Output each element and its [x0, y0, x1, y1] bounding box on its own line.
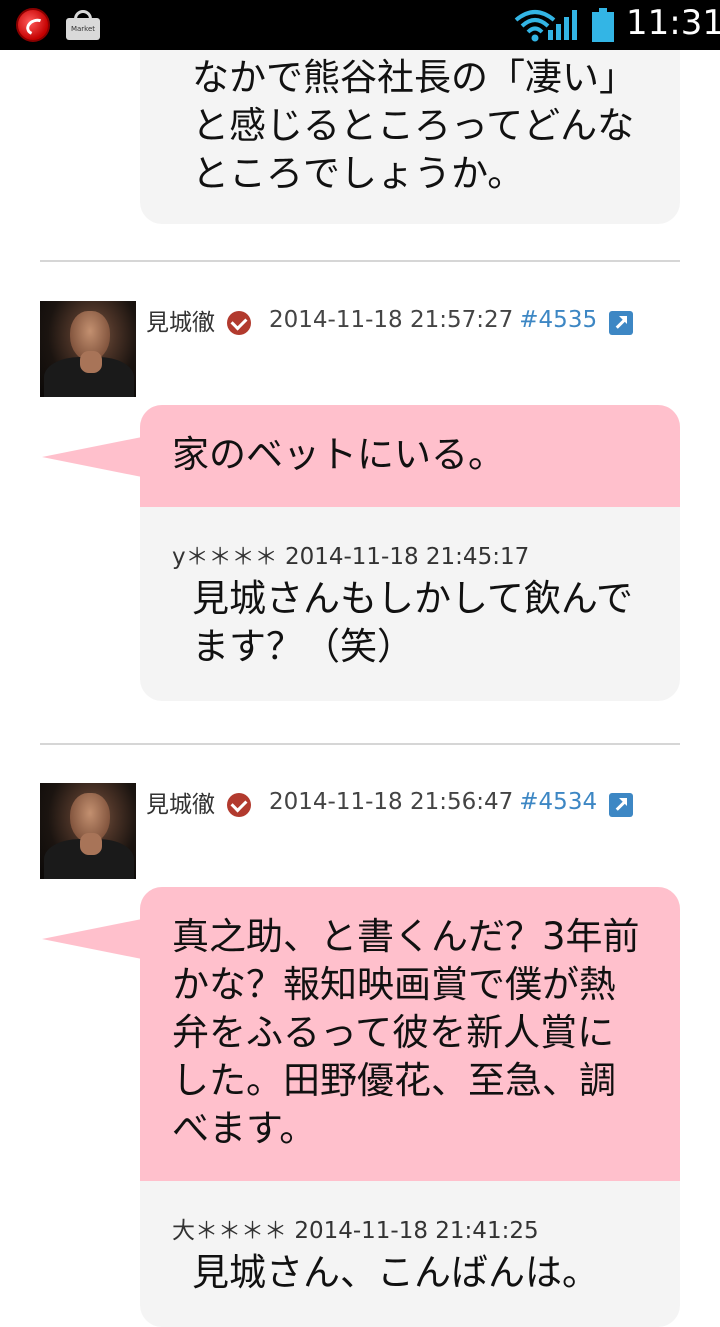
market-icon-label: Market [70, 25, 96, 33]
post-number-link[interactable]: #4534 [519, 789, 597, 815]
bubble-tail [42, 437, 142, 477]
external-link-icon[interactable] [609, 311, 634, 335]
post-timestamp: 2014-11-18 21:56:47 [269, 789, 514, 815]
post-timestamp: 2014-11-18 21:57:27 [269, 307, 514, 333]
divider [40, 743, 680, 745]
quote-bubble-partial: なかで熊谷社長の「凄い」と感じるところってどんなところでしょうか。 [140, 50, 680, 224]
quote-meta: y＊＊＊＊ 2014-11-18 21:45:17 [172, 537, 650, 571]
post-meta: 見城徹 2014-11-18 21:56:47 #4534 [146, 782, 634, 822]
verified-check-icon [227, 793, 251, 817]
reply-bubble: 家のベットにいる。 y＊＊＊＊ 2014-11-18 21:45:17 見城さん… [140, 405, 680, 701]
reply-text: 真之助、と書くんだ？3年前かな？報知映画賞で僕が熱弁をふるって彼を新人賞にした。… [140, 887, 680, 1181]
post-number-link[interactable]: #4535 [519, 307, 597, 333]
avatar[interactable] [40, 783, 136, 879]
market-icon[interactable]: Market [66, 10, 100, 40]
battery-icon [592, 8, 614, 42]
signal-icon [548, 10, 577, 40]
verified-check-icon [227, 311, 251, 335]
quote-text: 見城さんもしかして飲んでます？（笑） [192, 577, 634, 668]
reply-bubble: 真之助、と書くんだ？3年前かな？報知映画賞で僕が熱弁をふるって彼を新人賞にした。… [140, 887, 680, 1327]
quoted-message: y＊＊＊＊ 2014-11-18 21:45:17 見城さんもしかして飲んでます… [140, 507, 680, 701]
author-name[interactable]: 見城徹 [146, 303, 215, 337]
external-link-icon[interactable] [609, 793, 634, 817]
quote-author: y＊＊＊＊ [172, 544, 278, 570]
avatar[interactable] [40, 301, 136, 397]
quote-text: 見城さん、こんばんは。 [192, 1251, 599, 1294]
author-name[interactable]: 見城徹 [146, 785, 215, 819]
quote-text: なかで熊谷社長の「凄い」と感じるところってどんなところでしょうか。 [192, 56, 636, 195]
quote-meta: 大＊＊＊＊ 2014-11-18 21:41:25 [172, 1211, 650, 1245]
quote-author: 大＊＊＊＊ [172, 1218, 287, 1244]
reply-text: 家のベットにいる。 [140, 405, 680, 507]
quoted-message: 大＊＊＊＊ 2014-11-18 21:41:25 見城さん、こんばんは。 [140, 1181, 680, 1327]
quote-timestamp: 2014-11-18 21:45:17 [284, 544, 530, 570]
trend-micro-icon[interactable] [16, 8, 50, 42]
status-bar: Market 11:31 [0, 0, 720, 50]
bubble-tail [42, 919, 142, 959]
post-meta: 見城徹 2014-11-18 21:57:27 #4535 [146, 300, 634, 340]
quote-timestamp: 2014-11-18 21:41:25 [294, 1218, 539, 1244]
clock: 11:31 [626, 3, 720, 43]
divider [40, 260, 680, 262]
